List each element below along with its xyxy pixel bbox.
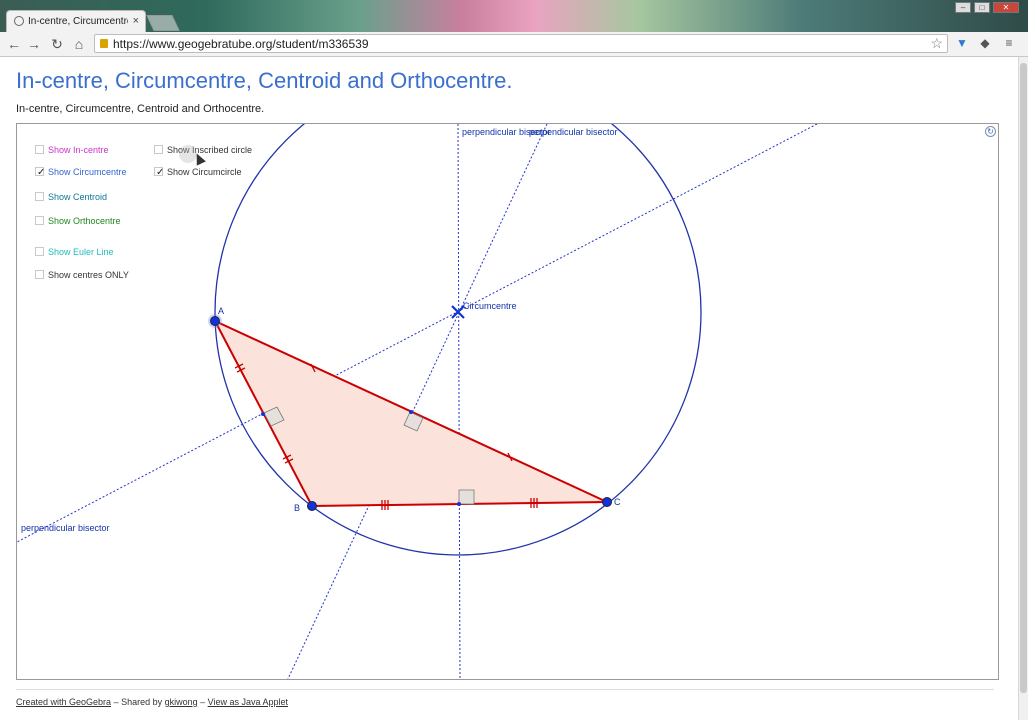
checkbox-label: Show In-centre — [48, 145, 109, 155]
label-bisector-ac: perpendicular bisector — [21, 523, 110, 533]
address-bar[interactable]: https://www.geogebratube.org/student/m33… — [94, 34, 948, 53]
geogebra-favicon-icon — [14, 16, 24, 26]
new-tab-button[interactable] — [146, 15, 180, 31]
url-text[interactable]: https://www.geogebratube.org/student/m33… — [113, 37, 369, 51]
checkbox-box[interactable] — [154, 145, 163, 154]
page-scrollbar[interactable] — [1018, 57, 1028, 720]
tab-close-icon[interactable]: × — [133, 15, 139, 27]
reset-construction-icon[interactable]: ↻ — [985, 126, 996, 137]
browser-toolbar: ← → ↻ ⌂ https://www.geogebratube.org/stu… — [0, 32, 1028, 57]
footer-separator: – Shared by — [111, 697, 165, 707]
tab-title: In-centre, Circumcentre, — [28, 16, 128, 27]
label-b: B — [294, 503, 300, 513]
check-mark-icon: ✓ — [37, 167, 46, 178]
view-as-java-applet-link[interactable]: View as Java Applet — [208, 697, 288, 707]
browser-tab-strip: In-centre, Circumcentre, × – □ ✕ — [0, 0, 1028, 32]
footer: Created with GeoGebra – Shared by gkiwon… — [16, 697, 288, 707]
midpoint-ac[interactable] — [409, 410, 413, 414]
midpoint-ab[interactable] — [261, 412, 265, 416]
checkbox-label: Show Centroid — [48, 192, 108, 202]
check-mark-icon: ✓ — [156, 167, 165, 178]
checkbox-box[interactable] — [35, 247, 44, 256]
forward-icon[interactable]: → — [25, 35, 43, 53]
maximize-window-icon[interactable]: □ — [974, 2, 990, 13]
label-circumcentre: Circumcentre — [463, 301, 517, 311]
checkbox-box[interactable]: ✓ — [35, 167, 46, 178]
checkbox-box[interactable] — [35, 192, 44, 201]
footer-separator-2: – — [197, 697, 208, 707]
checkbox-label: Show Circumcentre — [48, 167, 127, 177]
home-icon[interactable]: ⌂ — [70, 35, 88, 53]
menu-icon[interactable]: ≡ — [1002, 36, 1016, 50]
extension-icon[interactable]: ▼ — [955, 36, 969, 50]
author-link[interactable]: gkiwong — [165, 697, 198, 707]
checkbox-label: Show Euler Line — [48, 247, 114, 257]
star-icon[interactable]: ☆ — [930, 35, 943, 52]
vertex-a[interactable] — [210, 316, 220, 326]
geogebra-applet[interactable]: A B C Circumcentre perpendicular bisecto… — [16, 123, 999, 680]
extension-icon-2[interactable]: ◆ — [978, 36, 992, 50]
label-c: C — [614, 497, 621, 507]
browser-tab-active[interactable]: In-centre, Circumcentre, × — [6, 10, 146, 32]
reload-icon[interactable]: ↻ — [48, 35, 66, 53]
perpendicular-bisector-bc[interactable] — [457, 124, 461, 680]
label-bisector-ab: perpendicular bisector — [529, 127, 618, 137]
close-window-icon[interactable]: ✕ — [993, 2, 1019, 13]
checkbox-box[interactable]: ✓ — [154, 167, 165, 178]
checkbox-box[interactable] — [35, 216, 44, 225]
vertex-b[interactable] — [307, 501, 317, 511]
geometry-canvas[interactable]: A B C Circumcentre perpendicular bisecto… — [17, 124, 999, 680]
checkbox-box[interactable] — [35, 145, 44, 154]
footer-divider — [16, 689, 994, 690]
web-page: In-centre, Circumcentre, Centroid and Or… — [0, 57, 1018, 720]
page-title: In-centre, Circumcentre, Centroid and Or… — [16, 68, 513, 93]
checkbox-label: Show Orthocentre — [48, 216, 121, 226]
label-a: A — [218, 306, 224, 316]
midpoint-bc[interactable] — [457, 502, 461, 506]
vertex-c[interactable] — [602, 497, 612, 507]
back-icon[interactable]: ← — [5, 35, 23, 53]
scrollbar-thumb[interactable] — [1020, 63, 1027, 693]
checkbox-box[interactable] — [35, 270, 44, 279]
minimize-window-icon[interactable]: – — [955, 2, 971, 13]
checkbox-label: Show Circumcircle — [167, 167, 242, 177]
checkbox-label: Show centres ONLY — [48, 270, 129, 280]
page-subtitle: In-centre, Circumcentre, Centroid and Or… — [16, 103, 265, 115]
created-with-geogebra-link[interactable]: Created with GeoGebra — [16, 697, 111, 707]
lock-icon — [100, 39, 108, 48]
